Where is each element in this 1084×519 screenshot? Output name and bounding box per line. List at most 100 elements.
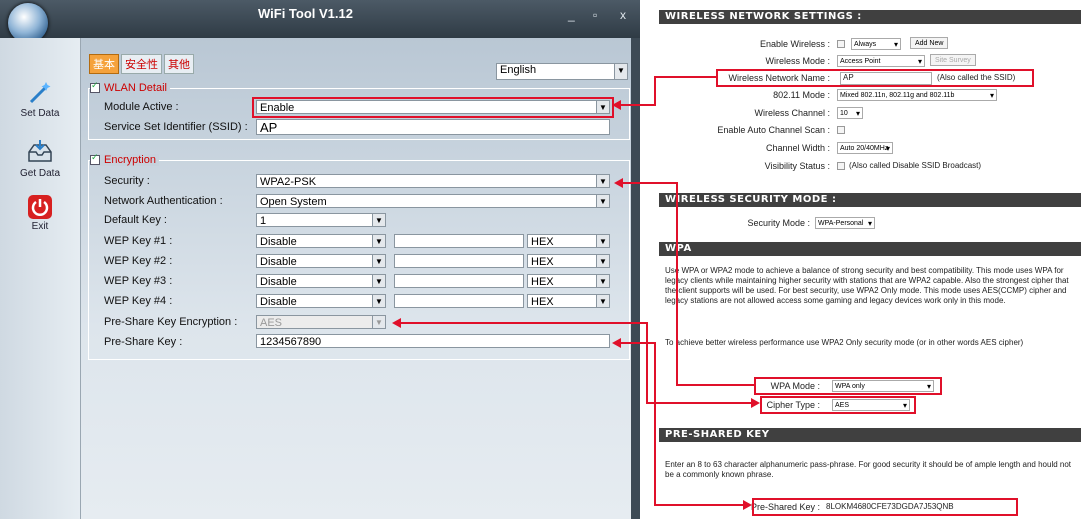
- wep-key-3-input[interactable]: [394, 274, 524, 288]
- arrow-left-icon: [392, 318, 401, 328]
- arrow-left-icon: [612, 338, 621, 348]
- wireless-mode-select[interactable]: Access Point: [837, 55, 925, 67]
- wep-key-3-mode: Disable: [260, 276, 297, 288]
- wep-key-1-mode-select[interactable]: Disable ▼: [256, 234, 386, 248]
- channel-width-select[interactable]: Auto 20/40MHz: [837, 142, 893, 154]
- chevron-down-icon: ▼: [596, 195, 609, 207]
- wireless-security-mode-header: WIRELESS SECURITY MODE :: [659, 193, 1081, 207]
- exit-button[interactable]: Exit: [0, 195, 80, 232]
- window-title: WiFi Tool V1.12: [258, 6, 353, 21]
- chevron-down-icon: ▼: [372, 275, 385, 287]
- psk-encryption-value: AES: [260, 317, 283, 329]
- arrow-right-icon: [743, 500, 752, 510]
- minimize-button[interactable]: _: [568, 8, 575, 22]
- wep-key-2-mode: Disable: [260, 256, 297, 268]
- auto-channel-scan-label: Enable Auto Channel Scan :: [717, 125, 830, 135]
- connector-ssid-v: [654, 76, 656, 106]
- wpa-performance-note: To achieve better wireless performance u…: [665, 338, 1024, 347]
- get-data-label: Get Data: [19, 168, 61, 179]
- enable-wireless-schedule[interactable]: Always: [851, 38, 901, 50]
- default-key-value: 1: [260, 215, 267, 227]
- wlan-detail-checkbox[interactable]: [90, 80, 100, 94]
- wep-key-2-input[interactable]: [394, 254, 524, 268]
- wep-key-1-input[interactable]: [394, 234, 524, 248]
- set-data-button[interactable]: Set Data: [0, 78, 80, 119]
- wand-icon: [26, 78, 54, 106]
- visibility-status-checkbox[interactable]: [837, 162, 845, 170]
- default-key-select[interactable]: 1 ▼: [256, 213, 386, 227]
- chevron-down-icon: ▼: [372, 214, 385, 226]
- add-new-button[interactable]: Add New: [910, 37, 949, 49]
- auto-channel-scan-checkbox[interactable]: [837, 126, 845, 134]
- wpa-header: WPA: [659, 242, 1081, 256]
- security-label: Security :: [104, 175, 150, 187]
- highlight-wpa-mode: [754, 377, 942, 395]
- network-auth-select[interactable]: Open System ▼: [256, 194, 610, 208]
- connector-psk-h1: [620, 342, 656, 344]
- wireless-network-settings-header: WIRELESS NETWORK SETTINGS :: [659, 10, 1081, 24]
- chevron-down-icon: ▼: [596, 295, 609, 307]
- close-button[interactable]: x: [620, 8, 626, 22]
- mode-80211-label: 802.11 Mode :: [773, 90, 830, 100]
- wep-key-3-format: HEX: [531, 276, 554, 288]
- highlight-module-active: [252, 97, 614, 118]
- wireless-channel-select[interactable]: 10: [837, 107, 863, 119]
- wep-key-2-format-select[interactable]: HEX ▼: [527, 254, 610, 268]
- security-mode-select[interactable]: WPA-Personal: [815, 217, 875, 229]
- enable-wireless-checkbox[interactable]: [837, 40, 845, 48]
- site-survey-button[interactable]: Site Survey: [930, 54, 976, 66]
- wep-key-1-format-select[interactable]: HEX ▼: [527, 234, 610, 248]
- wep-key-4-input[interactable]: [394, 294, 524, 308]
- psk-input[interactable]: 1234567890: [256, 334, 610, 348]
- module-active-label: Module Active :: [104, 101, 179, 113]
- chevron-down-icon: ▼: [596, 175, 609, 187]
- connector-security-h1: [622, 182, 678, 184]
- highlight-cipher-type: [760, 396, 916, 414]
- exit-label: Exit: [31, 221, 49, 232]
- wep-key-4-format-select[interactable]: HEX ▼: [527, 294, 610, 308]
- language-value: English: [500, 64, 537, 76]
- connector-cipher-h2: [646, 402, 752, 404]
- wireless-mode-label: Wireless Mode :: [765, 56, 830, 66]
- wep-key-3-mode-select[interactable]: Disable ▼: [256, 274, 386, 288]
- wep-key-2-mode-select[interactable]: Disable ▼: [256, 254, 386, 268]
- encryption-title[interactable]: Encryption: [90, 152, 159, 166]
- encryption-checkbox[interactable]: [90, 152, 100, 166]
- security-select[interactable]: WPA2-PSK ▼: [256, 174, 610, 188]
- language-select[interactable]: English ▼: [496, 63, 628, 80]
- network-auth-label: Network Authentication :: [104, 195, 223, 207]
- app-logo-icon: [8, 3, 48, 43]
- chevron-down-icon: ▼: [372, 255, 385, 267]
- security-value: WPA2-PSK: [260, 176, 317, 188]
- chevron-down-icon: ▼: [596, 255, 609, 267]
- visibility-status-label: Visibility Status :: [764, 161, 830, 171]
- wep-key-4-label: WEP Key #4 :: [104, 295, 173, 307]
- ssid-input[interactable]: AP: [256, 119, 610, 135]
- chevron-down-icon: ▼: [614, 64, 627, 79]
- wep-key-4-mode-select[interactable]: Disable ▼: [256, 294, 386, 308]
- wep-key-3-label: WEP Key #3 :: [104, 275, 173, 287]
- psk-encryption-label: Pre-Share Key Encryption :: [104, 316, 238, 328]
- connector-psk-v: [654, 342, 656, 505]
- security-mode-label: Security Mode :: [747, 218, 810, 228]
- get-data-button[interactable]: Get Data: [0, 138, 80, 179]
- chevron-down-icon: ▼: [596, 235, 609, 247]
- connector-security-v: [676, 182, 678, 385]
- mode-80211-select[interactable]: Mixed 802.11n, 802.11g and 802.11b: [837, 89, 997, 101]
- wep-key-3-format-select[interactable]: HEX ▼: [527, 274, 610, 288]
- tab-bar: 基本 安全性 其他: [89, 54, 196, 74]
- tab-other[interactable]: 其他: [164, 54, 194, 74]
- psk-encryption-select[interactable]: AES ▼: [256, 315, 386, 329]
- chevron-down-icon: ▼: [372, 235, 385, 247]
- wlan-detail-title[interactable]: WLAN Detail: [90, 80, 170, 94]
- connector-ssid-h1: [620, 104, 654, 106]
- chevron-down-icon: ▼: [596, 275, 609, 287]
- psk-label: Pre-Share Key :: [104, 336, 183, 348]
- wep-key-1-mode: Disable: [260, 236, 297, 248]
- wep-key-4-format: HEX: [531, 296, 554, 308]
- wireless-channel-label: Wireless Channel :: [754, 108, 830, 118]
- tab-security[interactable]: 安全性: [121, 54, 162, 74]
- wpa-description: Use WPA or WPA2 mode to achieve a balanc…: [665, 266, 1069, 305]
- tab-basic[interactable]: 基本: [89, 54, 119, 74]
- maximize-button[interactable]: ▫: [593, 8, 597, 22]
